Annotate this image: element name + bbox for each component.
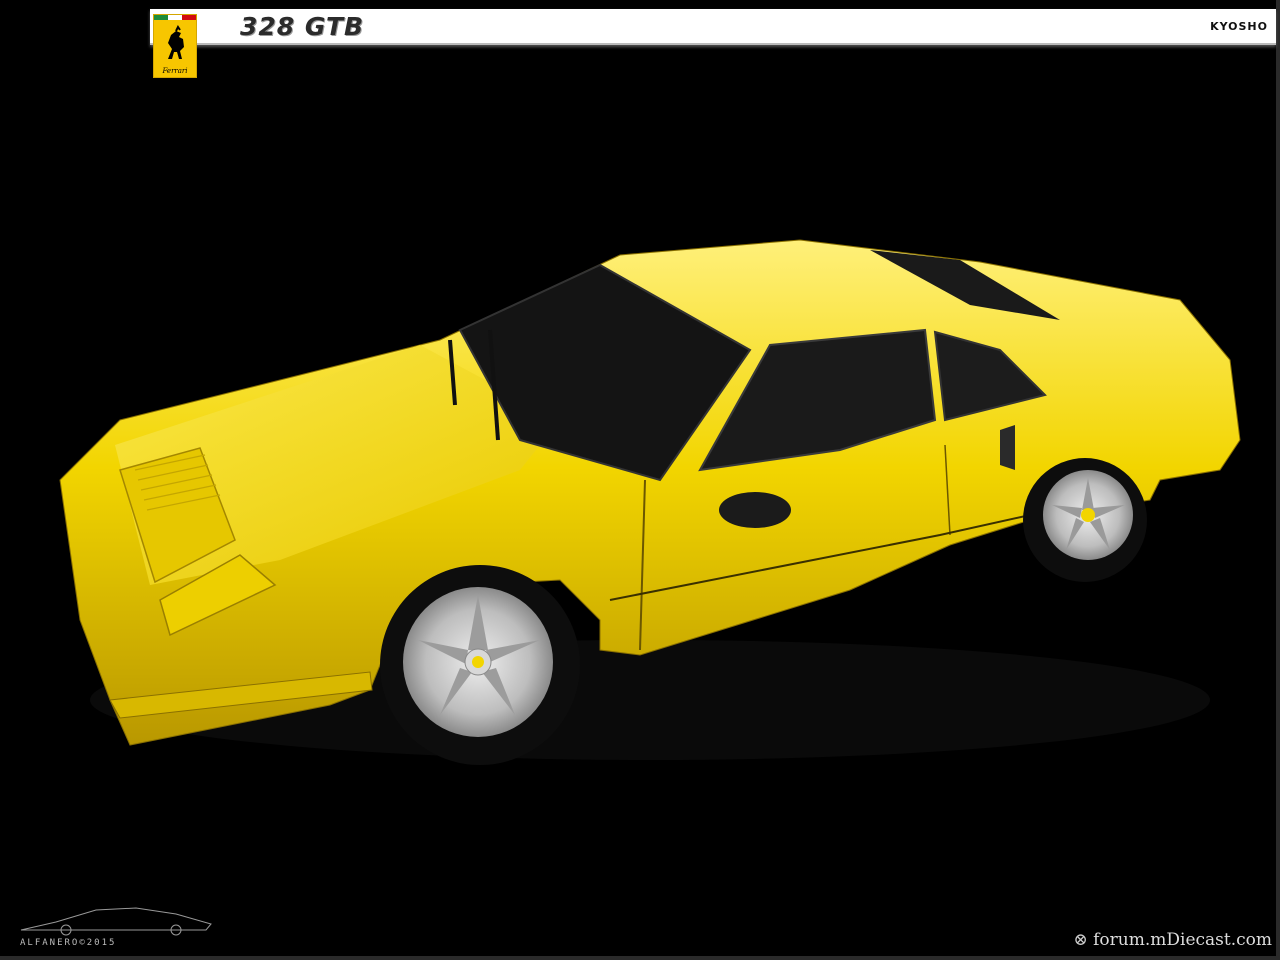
brand-label: KYOSHO	[1210, 20, 1268, 33]
car-silhouette-icon	[20, 907, 212, 936]
watermark-left-text: ALFANERO©2015	[20, 938, 117, 948]
model-title: 328 GTB	[240, 12, 365, 41]
forum-logo-icon: ⊗	[1073, 930, 1088, 950]
header-bar: 328 GTB KYOSHO	[150, 9, 1276, 45]
prancing-horse-icon	[168, 25, 184, 59]
logo-word: Ferrari	[162, 67, 188, 75]
watermark-left: ALFANERO©2015	[16, 900, 226, 950]
frame-border	[0, 0, 1280, 960]
logo-tricolor	[154, 15, 196, 20]
ferrari-logo: Ferrari	[153, 14, 197, 78]
watermark-right: ⊗ forum.mDiecast.com	[1073, 930, 1272, 950]
watermark-right-text: forum.mDiecast.com	[1093, 930, 1272, 950]
